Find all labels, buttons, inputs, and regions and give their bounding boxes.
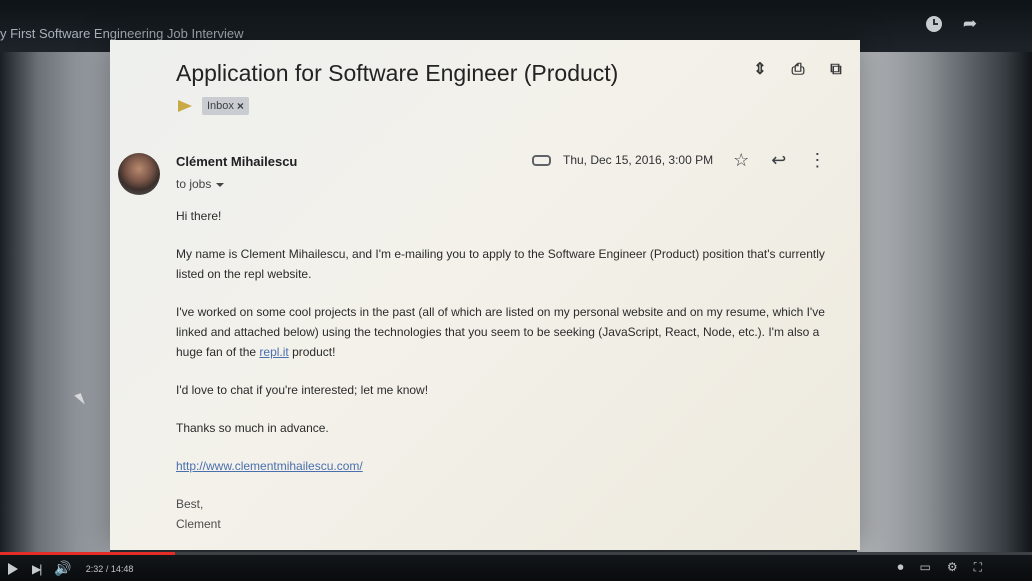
share-icon: ➦ [962,14,978,33]
recipient-text: to jobs [176,177,212,191]
inbox-label-text: Inbox [207,100,234,112]
autoplay-toggle-icon[interactable]: ⏺ [897,560,903,575]
video-top-actions: ➦ [926,14,980,34]
sender-name[interactable]: Clément Mihailescu [176,154,297,169]
print-icon: ⎙ [791,61,805,78]
left-screen-bezel [0,40,110,560]
clock-icon [926,16,942,32]
video-title[interactable]: y First Software Engineering Job Intervi… [0,26,244,41]
expand-icon: ⇕ [753,61,767,78]
email-greeting: Hi there! [176,209,222,223]
video-progress-bar[interactable] [0,552,1032,555]
attachment-icon [532,154,551,166]
recipient-line[interactable]: to jobs [176,177,225,191]
email-body: Hi there! My name is Clement Mihailescu,… [176,206,842,534]
print-button[interactable]: ⎙ [788,60,808,80]
caret-down-icon[interactable] [216,182,225,187]
reply-icon[interactable]: ↩ [771,151,786,169]
email-meta: Thu, Dec 15, 2016, 3:00 PM ☆ ↩ ⋮ [532,151,826,169]
website-link[interactable]: http://www.clementmihailescu.com/ [176,456,842,476]
right-screen-bezel [857,0,1032,581]
settings-icon[interactable]: ⚙ [947,560,958,575]
importance-marker-icon[interactable] [178,100,192,112]
volume-icon[interactable]: 🔊 [54,560,71,577]
subject-actions: ⇕ ⎙ ⧉ [750,60,846,80]
open-in-new-window-button[interactable]: ⧉ [826,60,846,80]
email-date: Thu, Dec 15, 2016, 3:00 PM [563,153,714,167]
remove-label-icon[interactable]: × [237,99,244,113]
expand-all-button[interactable]: ⇕ [750,60,770,80]
avatar [118,153,160,195]
share-button[interactable]: ➦ [960,14,980,34]
email-paragraph-1: My name is Clement Mihailescu, and I'm e… [176,247,825,281]
more-vert-icon[interactable]: ⋮ [808,151,826,169]
next-icon[interactable]: ▶| [32,562,42,576]
video-progress-fill [0,552,176,555]
email-subject: Application for Software Engineer (Produ… [176,60,619,86]
video-player-bar: ▶| 🔊 2:32 / 14:48 ⏺ ▭ ⚙ ⛶ [0,552,1032,581]
video-time: 2:32 / 14:48 [85,563,134,574]
captions-icon[interactable]: ▭ [919,560,930,575]
email-paragraph-4: Thanks so much in advance. [176,421,329,435]
star-icon[interactable]: ☆ [733,151,749,169]
email-paragraph-2: I've worked on some cool projects in the… [176,302,842,362]
meta-actions: ☆ ↩ ⋮ [733,151,826,169]
photo-frame: y First Software Engineering Job Intervi… [0,0,1032,581]
label-row: Inbox × [178,97,249,115]
play-icon[interactable] [8,562,18,575]
player-controls: ▶| 🔊 2:32 / 14:48 [8,560,133,577]
watch-later-button[interactable] [926,14,946,34]
player-right-controls: ⏺ ▭ ⚙ ⛶ [897,560,982,575]
inbox-label-chip[interactable]: Inbox × [202,97,249,115]
email-paragraph-3: I'd love to chat if you're interested; l… [176,383,429,397]
email-view: Application for Software Engineer (Produ… [110,40,860,550]
email-paragraph-2-tail: product! [288,345,336,359]
signature-text: Clement [176,517,221,531]
repl-link[interactable]: repl.it [259,345,288,359]
closing-text: Best, [176,497,204,511]
sign-off: Best, Clement [176,494,842,534]
open-in-new-icon: ⧉ [830,61,842,78]
fullscreen-icon[interactable]: ⛶ [974,560,982,575]
